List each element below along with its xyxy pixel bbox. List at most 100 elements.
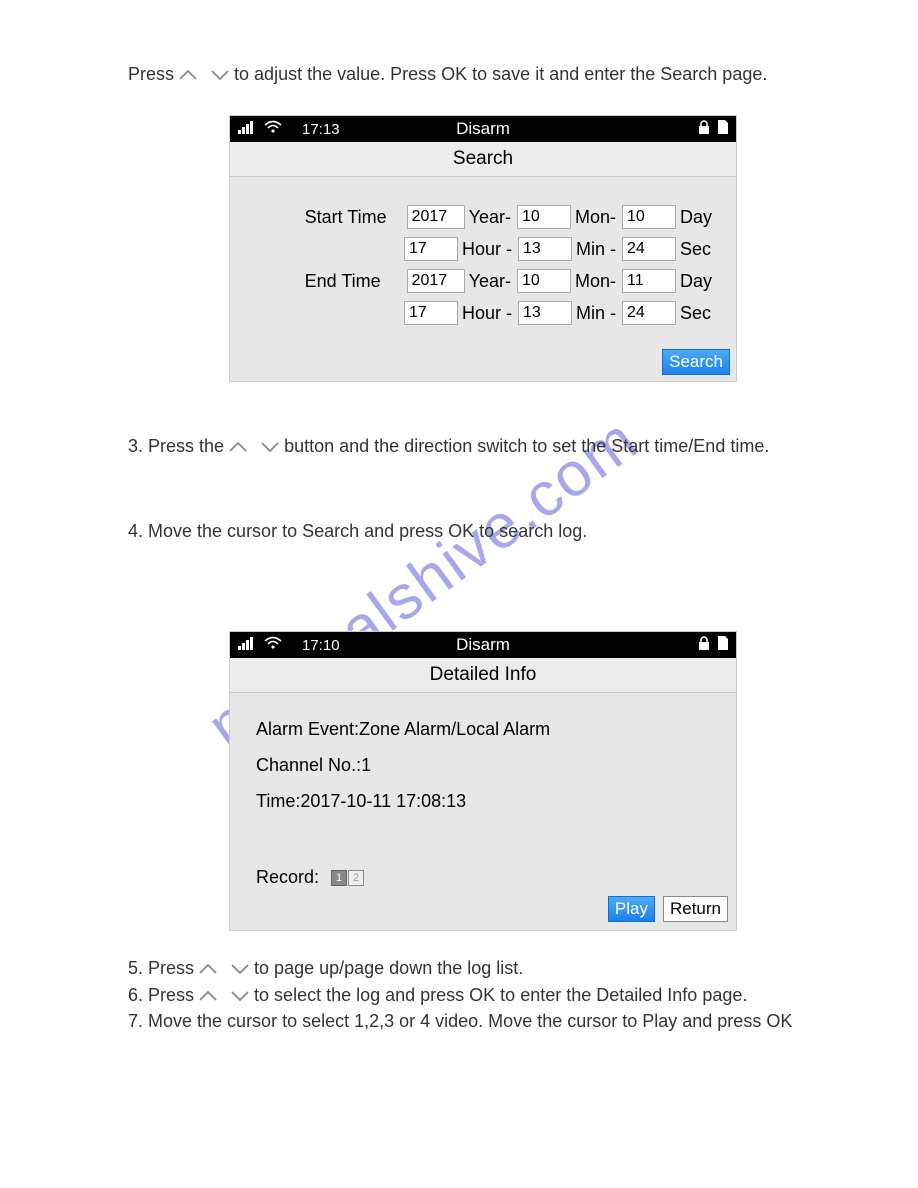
end-time-label: End Time <box>305 271 405 292</box>
signal-icon <box>238 120 256 139</box>
text: 5. Press <box>128 958 199 978</box>
sec-unit: Sec <box>680 239 718 260</box>
end-hour-input[interactable] <box>404 301 458 325</box>
text: to adjust the value. Press OK to save it… <box>234 64 767 84</box>
chevron-down-icon <box>261 442 279 452</box>
hour-unit: Hour - <box>462 303 512 324</box>
play-button[interactable]: Play <box>608 896 655 922</box>
end-year-input[interactable] <box>407 269 465 293</box>
text: 3. Press the <box>128 436 229 456</box>
mon-unit: Mon- <box>575 207 616 228</box>
screen-title: Detailed Info <box>230 658 736 693</box>
updown-icons <box>199 964 249 974</box>
record-label: Record: <box>256 867 319 888</box>
text: 6. Press <box>128 985 199 1005</box>
instruction-line-1: Press to adjust the value. Press OK to s… <box>128 64 767 85</box>
chevron-up-icon <box>229 442 247 452</box>
end-month-input[interactable] <box>517 269 571 293</box>
status-right <box>698 636 728 655</box>
chevron-down-icon <box>231 991 249 1001</box>
alarm-event-label: Alarm Event: <box>256 719 359 739</box>
wifi-icon <box>264 636 282 655</box>
min-unit: Min - <box>576 303 616 324</box>
bottom-button-row: Play Return <box>230 892 736 930</box>
detail-body: Detailed Info Alarm Event:Zone Alarm/Loc… <box>230 658 736 930</box>
detail-content: Alarm Event:Zone Alarm/Local Alarm Chann… <box>230 693 736 827</box>
record-box-1[interactable]: 1 <box>331 870 347 886</box>
mon-unit: Mon- <box>575 271 616 292</box>
text: Press <box>128 64 179 84</box>
end-sec-input[interactable] <box>622 301 676 325</box>
alarm-event-row: Alarm Event:Zone Alarm/Local Alarm <box>256 711 710 747</box>
start-sec-input[interactable] <box>622 237 676 261</box>
return-button[interactable]: Return <box>663 896 728 922</box>
lock-icon <box>698 120 710 139</box>
status-right <box>698 120 728 139</box>
start-month-input[interactable] <box>517 205 571 229</box>
year-unit: Year- <box>469 271 511 292</box>
chevron-up-icon <box>199 991 217 1001</box>
time-label: Time: <box>256 791 300 811</box>
alarm-event-value: Zone Alarm/Local Alarm <box>359 719 550 739</box>
screen-title: Search <box>230 142 736 177</box>
day-unit: Day <box>680 207 718 228</box>
channel-label: Channel No.: <box>256 755 361 775</box>
status-time: 17:10 <box>302 637 340 654</box>
status-left: 17:10 <box>230 636 340 655</box>
updown-icons <box>229 442 279 452</box>
year-unit: Year- <box>469 207 511 228</box>
search-btn-row: Search <box>230 341 736 381</box>
lock-icon <box>698 636 710 655</box>
chevron-down-icon <box>211 70 229 80</box>
start-date-row: Start Time Year- Mon- Day <box>244 205 722 229</box>
search-screen: 17:13 Disarm Search Start Time Year- Mon… <box>229 115 737 382</box>
channel-row: Channel No.:1 <box>256 747 710 783</box>
status-title: Disarm <box>456 635 510 655</box>
updown-icons <box>179 70 229 80</box>
sd-card-icon <box>716 120 728 139</box>
instruction-line-4: 4. Move the cursor to Search and press O… <box>128 521 587 542</box>
hour-unit: Hour - <box>462 239 512 260</box>
record-row: Record: 1 2 <box>230 827 736 892</box>
search-button[interactable]: Search <box>662 349 730 375</box>
time-value: 2017-10-11 17:08:13 <box>300 791 466 811</box>
chevron-down-icon <box>231 964 249 974</box>
status-bar: 17:10 Disarm <box>230 632 736 658</box>
wifi-icon <box>264 120 282 139</box>
start-time-row: Hour - Min - Sec <box>244 237 722 261</box>
start-hour-input[interactable] <box>404 237 458 261</box>
sec-unit: Sec <box>680 303 718 324</box>
record-box-2[interactable]: 2 <box>348 870 364 886</box>
text: to select the log and press OK to enter … <box>254 985 747 1005</box>
start-day-input[interactable] <box>622 205 676 229</box>
instruction-line-6: 6. Press to select the log and press OK … <box>128 985 747 1006</box>
instruction-line-7: 7. Move the cursor to select 1,2,3 or 4 … <box>128 1011 792 1032</box>
text: button and the direction switch to set t… <box>284 436 769 456</box>
screen-body: Search Start Time Year- Mon- Day Hour - … <box>230 142 736 381</box>
status-bar: 17:13 Disarm <box>230 116 736 142</box>
end-day-input[interactable] <box>622 269 676 293</box>
end-min-input[interactable] <box>518 301 572 325</box>
record-boxes: 1 2 <box>331 870 364 886</box>
time-row: Time:2017-10-11 17:08:13 <box>256 783 710 819</box>
sd-card-icon <box>716 636 728 655</box>
detail-screen: 17:10 Disarm Detailed Info Alarm Event:Z… <box>229 631 737 931</box>
start-time-label: Start Time <box>305 207 405 228</box>
updown-icons <box>199 991 249 1001</box>
day-unit: Day <box>680 271 718 292</box>
end-date-row: End Time Year- Mon- Day <box>244 269 722 293</box>
status-time: 17:13 <box>302 121 340 138</box>
chevron-up-icon <box>179 70 197 80</box>
chevron-up-icon <box>199 964 217 974</box>
channel-value: 1 <box>361 755 371 775</box>
min-unit: Min - <box>576 239 616 260</box>
end-time-row: Hour - Min - Sec <box>244 301 722 325</box>
start-min-input[interactable] <box>518 237 572 261</box>
instruction-line-3: 3. Press the button and the direction sw… <box>128 436 769 457</box>
signal-icon <box>238 636 256 655</box>
instruction-line-5: 5. Press to page up/page down the log li… <box>128 958 523 979</box>
status-title: Disarm <box>456 119 510 139</box>
start-year-input[interactable] <box>407 205 465 229</box>
text: to page up/page down the log list. <box>254 958 523 978</box>
search-form: Start Time Year- Mon- Day Hour - Min - S… <box>230 177 736 341</box>
